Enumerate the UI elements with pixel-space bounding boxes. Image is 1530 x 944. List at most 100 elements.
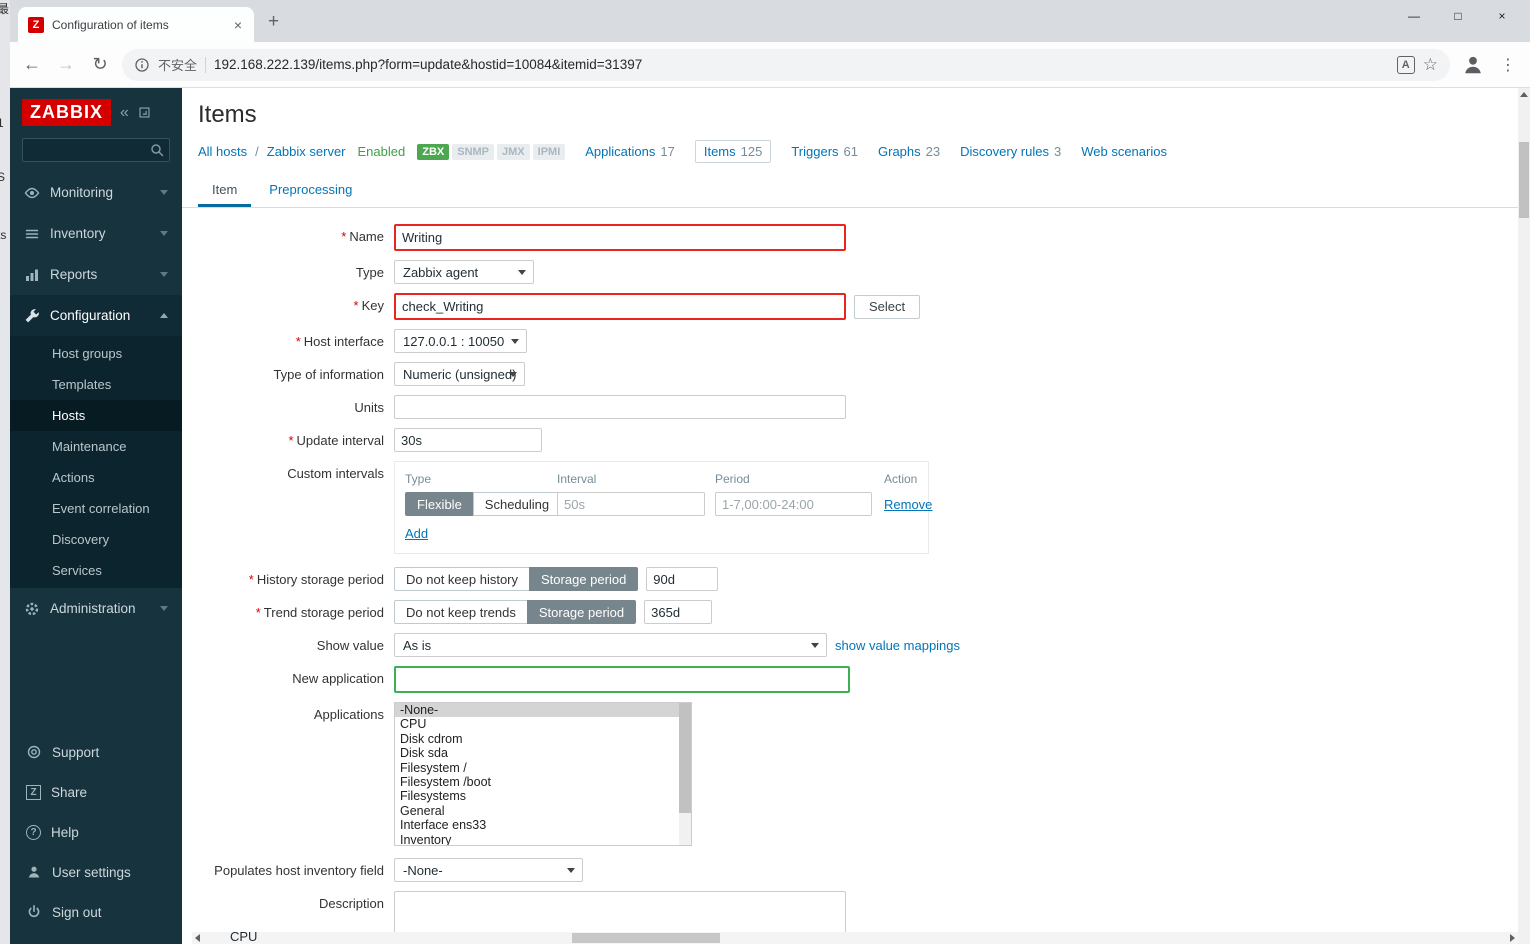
- security-label[interactable]: 不安全: [158, 55, 197, 74]
- search-icon[interactable]: [149, 142, 165, 158]
- profile-avatar-icon[interactable]: [1460, 52, 1486, 78]
- sidebar-item-support[interactable]: Support: [10, 732, 182, 772]
- vertical-scrollbar-thumb[interactable]: [1519, 142, 1529, 218]
- sidebar-item-sign-out[interactable]: Sign out: [10, 892, 182, 932]
- do-not-keep-history-button[interactable]: Do not keep history: [394, 567, 530, 591]
- zabbix-logo[interactable]: ZABBIX: [22, 99, 111, 126]
- nav-items-link[interactable]: Items: [704, 144, 736, 159]
- sidebar-item-inventory[interactable]: Inventory: [10, 213, 182, 254]
- applications-option[interactable]: General: [395, 804, 691, 818]
- nav-count: 23: [926, 144, 940, 159]
- translate-icon[interactable]: A: [1397, 56, 1415, 74]
- compact-view-icon[interactable]: [138, 106, 151, 119]
- url-text[interactable]: 192.168.222.139/items.php?form=update&ho…: [214, 57, 1389, 72]
- sidebar-item-maintenance[interactable]: Maintenance: [10, 431, 182, 462]
- update-interval-field[interactable]: [394, 428, 542, 452]
- sidebar-item-services[interactable]: Services: [10, 555, 182, 586]
- nav-discovery-rules-link[interactable]: Discovery rules: [960, 144, 1049, 159]
- window-maximize-button[interactable]: □: [1436, 2, 1480, 30]
- scroll-up-arrow-icon[interactable]: [1520, 92, 1528, 97]
- custom-period-field[interactable]: [715, 492, 872, 516]
- sidebar-item-actions[interactable]: Actions: [10, 462, 182, 493]
- search-input[interactable]: [22, 138, 170, 162]
- vertical-scrollbar[interactable]: [1518, 88, 1530, 944]
- nav-applications-link[interactable]: Applications: [585, 144, 655, 159]
- sidebar-item-user-settings[interactable]: User settings: [10, 852, 182, 892]
- history-storage-period-button[interactable]: Storage period: [529, 567, 638, 591]
- availability-badges: ZBX SNMP JMX IPMI: [417, 144, 565, 160]
- scroll-right-arrow-icon[interactable]: [1510, 934, 1515, 942]
- trends-storage-period-button[interactable]: Storage period: [527, 600, 636, 624]
- sidebar-item-monitoring[interactable]: Monitoring: [10, 172, 182, 213]
- type-of-information-select[interactable]: Numeric (unsigned): [394, 362, 525, 386]
- reload-button[interactable]: ↻: [88, 54, 112, 75]
- do-not-keep-trends-button[interactable]: Do not keep trends: [394, 600, 528, 624]
- host-status[interactable]: Enabled: [358, 144, 406, 159]
- applications-option[interactable]: Inventory: [395, 833, 691, 846]
- name-field[interactable]: [394, 224, 846, 251]
- applications-option[interactable]: -None-: [395, 703, 691, 717]
- flexible-button[interactable]: Flexible: [405, 492, 474, 516]
- collapse-sidebar-icon[interactable]: «: [120, 106, 129, 120]
- bookmark-star-icon[interactable]: ☆: [1423, 55, 1438, 75]
- sidebar-item-label: Sign out: [52, 905, 102, 920]
- listbox-scrollbar-thumb[interactable]: [679, 703, 691, 813]
- description-field[interactable]: [394, 891, 846, 932]
- history-period-field[interactable]: [646, 567, 718, 591]
- sidebar-item-host-groups[interactable]: Host groups: [10, 338, 182, 369]
- key-field[interactable]: [394, 293, 846, 320]
- listbox-scrollbar[interactable]: [679, 703, 691, 845]
- applications-option[interactable]: Interface ens33: [395, 818, 691, 832]
- back-button[interactable]: ←: [20, 54, 44, 75]
- remove-interval-link[interactable]: Remove: [884, 497, 932, 512]
- applications-option[interactable]: Filesystem /: [395, 761, 691, 775]
- form-row-inventory-field: Populates host inventory field -None-: [182, 858, 1518, 882]
- applications-option[interactable]: CPU: [395, 717, 691, 731]
- new-tab-button[interactable]: +: [268, 11, 279, 33]
- show-value-select[interactable]: As is: [394, 633, 827, 657]
- horizontal-scrollbar-thumb[interactable]: [572, 933, 720, 943]
- nav-graphs-link[interactable]: Graphs: [878, 144, 921, 159]
- units-field[interactable]: [394, 395, 846, 419]
- sidebar-item-event-correlation[interactable]: Event correlation: [10, 493, 182, 524]
- custom-interval-field[interactable]: [557, 492, 705, 516]
- scheduling-button[interactable]: Scheduling: [473, 492, 561, 516]
- show-value-mappings-link[interactable]: show value mappings: [835, 638, 960, 653]
- sidebar-item-configuration[interactable]: Configuration: [10, 295, 182, 336]
- applications-option[interactable]: Disk sda: [395, 746, 691, 760]
- sidebar-item-discovery[interactable]: Discovery: [10, 524, 182, 555]
- tab-close-icon[interactable]: ×: [232, 18, 244, 32]
- select-key-button[interactable]: Select: [854, 295, 920, 319]
- applications-option[interactable]: Filesystems: [395, 789, 691, 803]
- tab-item[interactable]: Item: [198, 173, 251, 207]
- sidebar-item-templates[interactable]: Templates: [10, 369, 182, 400]
- sidebar-item-help[interactable]: ? Help: [10, 812, 182, 852]
- breadcrumb-host[interactable]: Zabbix server: [267, 144, 346, 159]
- horizontal-scrollbar[interactable]: [192, 932, 1518, 944]
- window-close-button[interactable]: ×: [1480, 2, 1524, 30]
- sidebar-item-reports[interactable]: Reports: [10, 254, 182, 295]
- scroll-left-arrow-icon[interactable]: [195, 934, 200, 942]
- applications-listbox[interactable]: -None- CPU Disk cdrom Disk sda Filesyste…: [394, 702, 692, 846]
- trends-period-field[interactable]: [644, 600, 712, 624]
- sidebar-item-share[interactable]: Z Share: [10, 772, 182, 812]
- sidebar-item-hosts[interactable]: Hosts: [10, 400, 182, 431]
- sidebar-item-administration[interactable]: Administration: [10, 588, 182, 629]
- address-bar[interactable]: 不安全 192.168.222.139/items.php?form=updat…: [122, 49, 1450, 81]
- browser-tab[interactable]: Z Configuration of items ×: [18, 7, 254, 42]
- type-select[interactable]: Zabbix agent: [394, 260, 534, 284]
- host-interface-select[interactable]: 127.0.0.1 : 10050: [394, 329, 527, 353]
- nav-web-scenarios-link[interactable]: Web scenarios: [1081, 144, 1167, 159]
- forward-button[interactable]: →: [54, 54, 78, 75]
- applications-option[interactable]: Filesystem /boot: [395, 775, 691, 789]
- tab-preprocessing[interactable]: Preprocessing: [255, 173, 366, 207]
- window-minimize-button[interactable]: —: [1392, 2, 1436, 30]
- applications-option[interactable]: Disk cdrom: [395, 732, 691, 746]
- browser-menu-icon[interactable]: ⋮: [1496, 55, 1520, 75]
- nav-triggers-link[interactable]: Triggers: [791, 144, 838, 159]
- info-icon[interactable]: [134, 57, 150, 73]
- new-application-field[interactable]: [394, 666, 850, 693]
- inventory-field-select[interactable]: -None-: [394, 858, 583, 882]
- breadcrumb-all-hosts[interactable]: All hosts: [198, 144, 247, 159]
- add-interval-link[interactable]: Add: [405, 526, 428, 541]
